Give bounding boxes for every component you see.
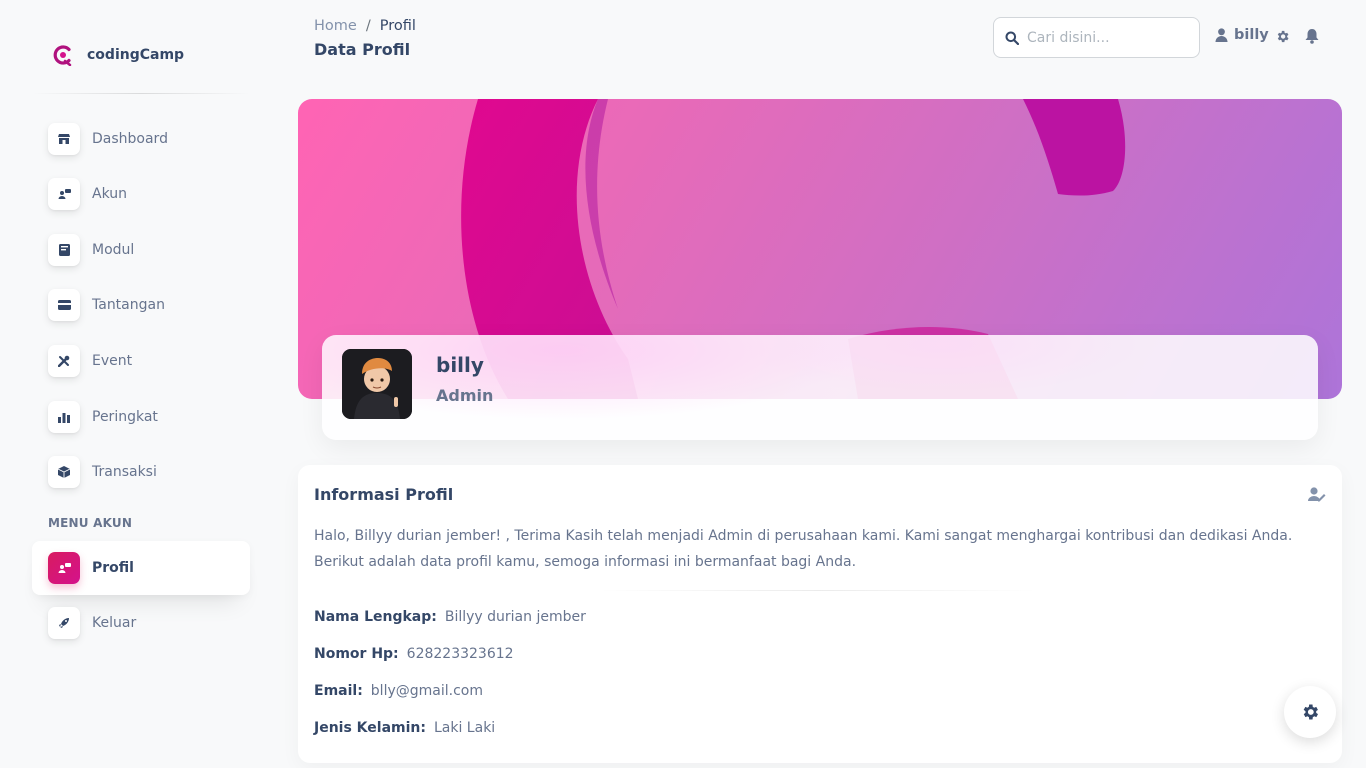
- field-email: Email: blly@gmail.com: [314, 683, 483, 699]
- sidebar-item-profil[interactable]: Profil: [32, 541, 250, 595]
- sidebar-item-tantangan[interactable]: Tantangan: [32, 278, 250, 332]
- field-value: 628223323612: [406, 646, 514, 662]
- brand-logo-icon: [53, 45, 72, 66]
- tools-icon: [48, 345, 80, 377]
- sidebar-item-label: Modul: [92, 242, 135, 258]
- sidebar-item-label: Transaksi: [92, 464, 157, 480]
- field-label: Jenis Kelamin:: [314, 720, 426, 736]
- info-title: Informasi Profil: [314, 485, 454, 504]
- page-title: Data Profil: [314, 40, 411, 59]
- sidebar: codingCamp Dashboard Akun Modul Tantanga…: [0, 0, 266, 768]
- sidebar-item-dashboard[interactable]: Dashboard: [32, 112, 250, 166]
- sidebar-item-label: Profil: [92, 560, 134, 576]
- search-box: [993, 17, 1200, 58]
- profile-info-card: Informasi Profil Halo, Billyy durian jem…: [298, 465, 1342, 763]
- sidebar-item-keluar[interactable]: Keluar: [32, 596, 250, 650]
- sidebar-item-akun[interactable]: Akun: [32, 167, 250, 221]
- gear-icon: [1277, 30, 1289, 43]
- search-input[interactable]: [1027, 29, 1187, 46]
- rocket-icon: [48, 607, 80, 639]
- field-value: Laki Laki: [433, 720, 496, 736]
- field-nama-lengkap: Nama Lengkap: Billyy durian jember: [314, 609, 586, 625]
- shop-icon: [48, 123, 80, 155]
- user-edit-icon: [1308, 487, 1326, 502]
- bell-icon: [1305, 29, 1319, 44]
- sidebar-item-peringkat[interactable]: Peringkat: [32, 390, 250, 444]
- sidebar-item-label: Tantangan: [92, 297, 165, 313]
- field-label: Nomor Hp:: [314, 646, 399, 662]
- search-icon: [1005, 31, 1019, 45]
- sidebar-item-event[interactable]: Event: [32, 334, 250, 388]
- sidebar-item-modul[interactable]: Modul: [32, 223, 250, 277]
- info-description: Halo, Billyy durian jember! , Terima Kas…: [314, 528, 1293, 570]
- sidebar-item-label: Akun: [92, 186, 127, 202]
- sidebar-divider: [32, 93, 250, 94]
- field-label: Email:: [314, 683, 363, 699]
- breadcrumb: Home / Profil: [314, 18, 416, 34]
- sidebar-item-transaksi[interactable]: Transaksi: [32, 445, 250, 499]
- field-jenis-kelamin: Jenis Kelamin: Laki Laki: [314, 720, 495, 736]
- chart-icon: [48, 401, 80, 433]
- sidebar-item-label: Dashboard: [92, 131, 168, 147]
- sidebar-item-label: Event: [92, 353, 133, 369]
- brand[interactable]: codingCamp: [52, 44, 184, 66]
- field-label: Nama Lengkap:: [314, 609, 437, 625]
- breadcrumb-separator: /: [365, 18, 371, 34]
- gear-icon: [1303, 704, 1318, 720]
- sidebar-item-label: Keluar: [92, 615, 137, 631]
- credit-card-icon: [48, 289, 80, 321]
- edit-profile-button[interactable]: [1308, 487, 1326, 506]
- field-value: blly@gmail.com: [370, 683, 483, 699]
- user-card-icon: [48, 178, 80, 210]
- info-divider: [598, 590, 1038, 591]
- avatar-image: [342, 349, 412, 419]
- book-icon: [48, 234, 80, 266]
- avatar[interactable]: [342, 349, 412, 419]
- field-value: Billyy durian jember: [444, 609, 586, 625]
- notifications-button[interactable]: [1305, 29, 1319, 48]
- user-menu[interactable]: billy: [1215, 27, 1269, 43]
- box-icon: [48, 456, 80, 488]
- sidebar-item-label: Peringkat: [92, 409, 158, 425]
- configurator-button[interactable]: [1284, 686, 1336, 738]
- section-label-menu-akun: MENU AKUN: [48, 516, 133, 530]
- profile-name: billy: [436, 353, 484, 377]
- profile-role: Admin: [436, 386, 494, 405]
- user-card-icon: [48, 552, 80, 584]
- brand-name: codingCamp: [87, 47, 185, 63]
- profile-card: billy Admin: [322, 335, 1318, 440]
- breadcrumb-current: Profil: [379, 18, 416, 34]
- breadcrumb-home-link[interactable]: Home: [314, 18, 357, 34]
- user-name: billy: [1234, 27, 1269, 43]
- user-icon: [1215, 28, 1228, 42]
- settings-button[interactable]: [1275, 29, 1290, 48]
- field-nomor-hp: Nomor Hp: 628223323612: [314, 646, 514, 662]
